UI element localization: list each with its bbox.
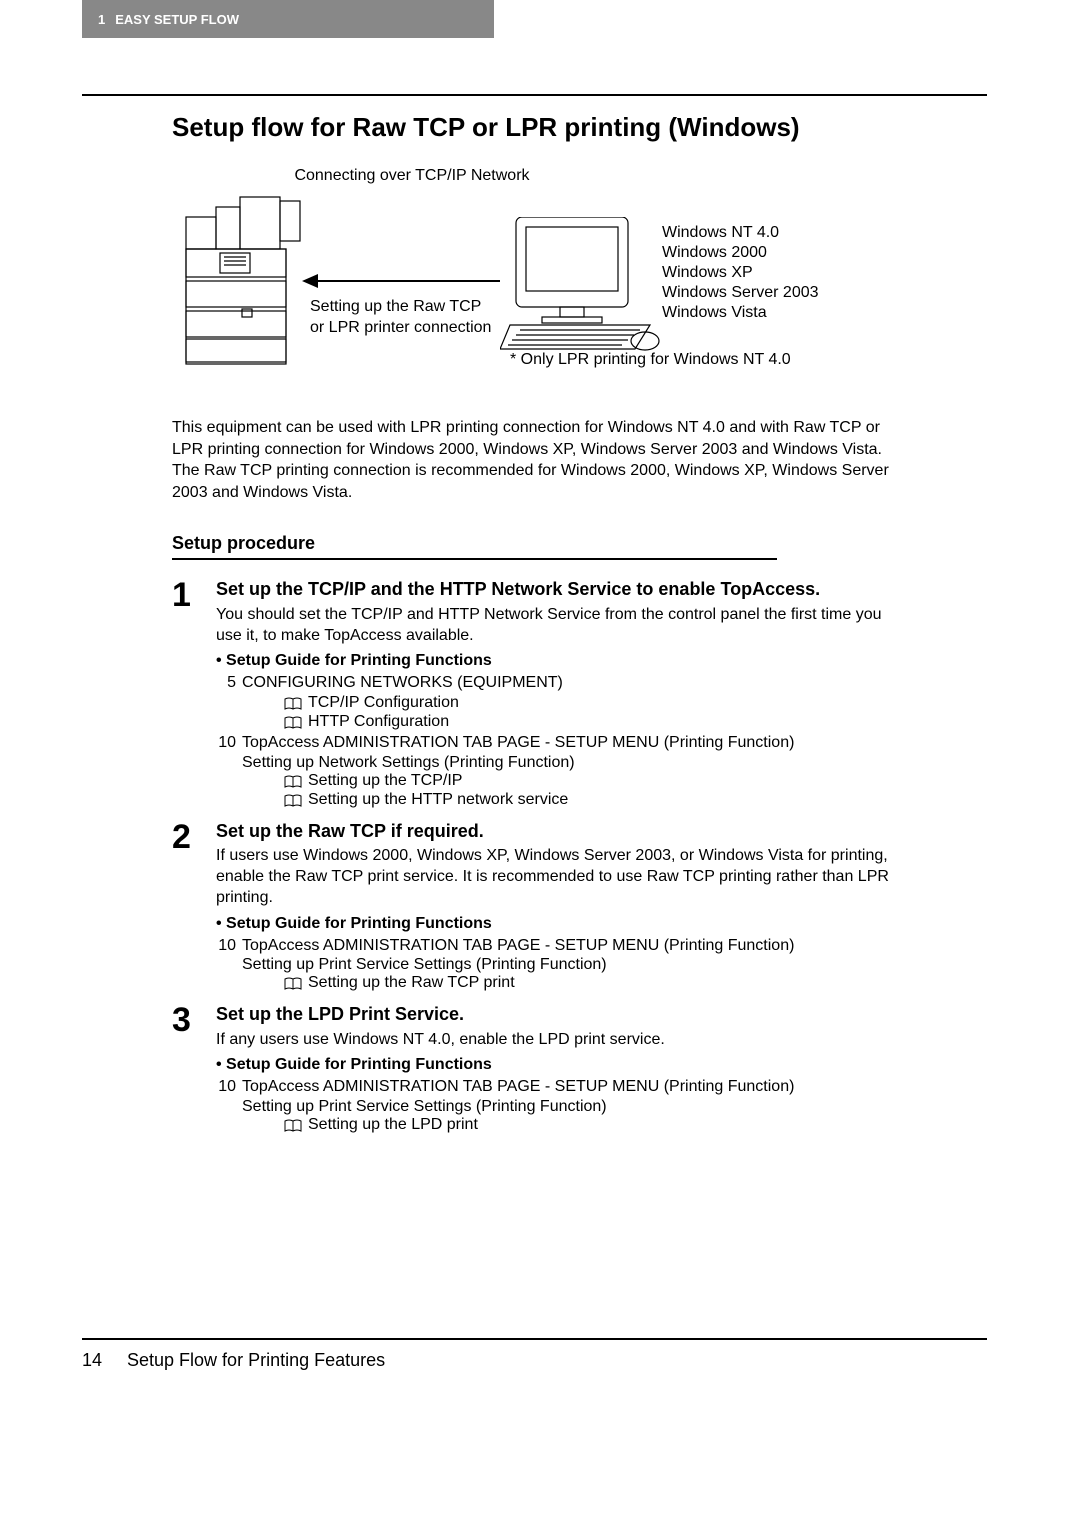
list-item: Windows 2000: [662, 243, 819, 263]
book-icon: [284, 716, 302, 735]
diagram-caption: Connecting over TCP/IP Network: [172, 167, 652, 185]
step-title: Set up the Raw TCP if required.: [216, 820, 892, 843]
page-title: Setup flow for Raw TCP or LPR printing (…: [172, 112, 892, 143]
guide-label: • Setup Guide for Printing Functions: [216, 915, 892, 933]
book-icon: [284, 775, 302, 794]
arrow-icon: [302, 271, 502, 291]
footer-section: Setup Flow for Printing Features: [127, 1350, 385, 1370]
arrow-label: Setting up the Raw TCP or LPR printer co…: [310, 297, 491, 339]
chapter-number: 1: [98, 12, 105, 27]
guide-label: • Setup Guide for Printing Functions: [216, 1056, 892, 1074]
chapter-title: EASY SETUP FLOW: [115, 12, 239, 27]
list-item: Windows XP: [662, 263, 819, 283]
list-item: Windows NT 4.0: [662, 223, 819, 243]
chapter-header: 1 EASY SETUP FLOW: [82, 0, 494, 38]
intro-paragraph: This equipment can be used with LPR prin…: [172, 417, 892, 503]
page-footer: 14 Setup Flow for Printing Features: [82, 1350, 385, 1371]
step-title: Set up the LPD Print Service.: [216, 1003, 892, 1026]
list-item: Windows Vista: [662, 303, 819, 323]
step-number: 3: [172, 1003, 216, 1135]
computer-icon: [500, 217, 660, 357]
printer-icon: [176, 189, 306, 374]
guide-label: • Setup Guide for Printing Functions: [216, 652, 892, 670]
page-number: 14: [82, 1350, 122, 1371]
page-content: Setup flow for Raw TCP or LPR printing (…: [172, 112, 892, 1145]
book-icon: [284, 1119, 302, 1138]
step-description: If users use Windows 2000, Windows XP, W…: [216, 846, 892, 908]
horizontal-rule: [82, 94, 987, 96]
step-number: 1: [172, 578, 216, 809]
horizontal-rule: [172, 558, 777, 560]
os-list: Windows NT 4.0 Windows 2000 Windows XP W…: [662, 223, 819, 323]
setup-procedure-heading: Setup procedure: [172, 533, 892, 554]
diagram-footnote: * Only LPR printing for Windows NT 4.0: [510, 351, 791, 369]
step-description: You should set the TCP/IP and HTTP Netwo…: [216, 605, 892, 647]
list-item: Windows Server 2003: [662, 283, 819, 303]
step-number: 2: [172, 820, 216, 993]
step: 3 Set up the LPD Print Service. If any u…: [172, 1003, 892, 1135]
book-icon: [284, 794, 302, 813]
horizontal-rule: [82, 1338, 987, 1340]
network-diagram: Connecting over TCP/IP Network: [172, 167, 892, 397]
step-title: Set up the TCP/IP and the HTTP Network S…: [216, 578, 892, 601]
step: 2 Set up the Raw TCP if required. If use…: [172, 820, 892, 993]
step-description: If any users use Windows NT 4.0, enable …: [216, 1030, 892, 1051]
book-icon: [284, 977, 302, 996]
step: 1 Set up the TCP/IP and the HTTP Network…: [172, 578, 892, 809]
book-icon: [284, 697, 302, 716]
